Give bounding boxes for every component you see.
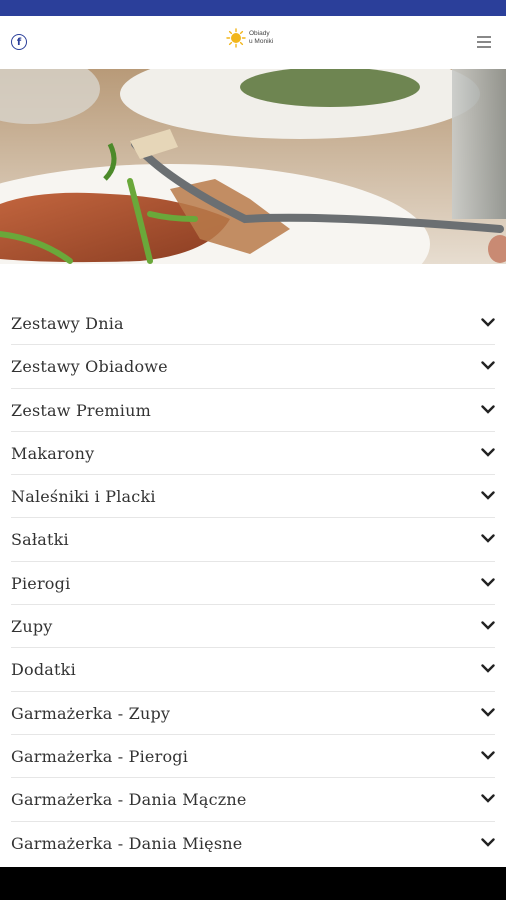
- category-item[interactable]: Dodatki: [11, 648, 495, 692]
- sun-logo-icon: [226, 28, 246, 48]
- category-label: Garmażerka - Dania Mięsne: [11, 833, 243, 853]
- category-label: Naleśniki i Placki: [11, 487, 156, 507]
- category-item[interactable]: Zestaw Premium: [11, 389, 495, 432]
- hamburger-menu-icon[interactable]: [477, 36, 491, 48]
- chevron-down-icon: [481, 404, 495, 414]
- category-label: Pierogi: [11, 573, 71, 593]
- category-item[interactable]: Zestawy Dnia: [11, 302, 495, 346]
- chevron-down-icon: [481, 361, 495, 370]
- category-item[interactable]: Zestawy Obiadowe: [11, 345, 495, 389]
- logo-text: Obiady u Moniki: [249, 30, 273, 46]
- chevron-down-icon: [481, 318, 495, 327]
- chevron-down-icon: [481, 707, 495, 717]
- navigation-bar: [0, 867, 506, 900]
- category-label: Zestawy Obiadowe: [11, 357, 168, 377]
- category-item[interactable]: Pierogi: [11, 562, 495, 606]
- chevron-down-icon: [481, 534, 495, 544]
- category-label: Garmażerka - Zupy: [11, 703, 171, 723]
- chevron-down-icon: [481, 751, 495, 760]
- category-label: Zestawy Dnia: [11, 314, 124, 333]
- category-item[interactable]: Garmażerka - Pierogi: [11, 735, 495, 779]
- category-label: Garmażerka - Dania Mączne: [11, 790, 247, 810]
- app-header: f Obiady u Moniki: [0, 16, 506, 69]
- logo[interactable]: Obiady u Moniki: [226, 28, 273, 48]
- category-item[interactable]: Garmażerka - Zupy: [11, 692, 495, 735]
- chevron-down-icon: [481, 794, 495, 803]
- category-label: Zestaw Premium: [11, 400, 151, 420]
- category-item[interactable]: Naleśniki i Placki: [11, 475, 495, 519]
- chevron-down-icon: [481, 621, 495, 630]
- category-item[interactable]: Garmażerka - Dania Mączne: [11, 778, 495, 822]
- category-item[interactable]: Sałatki: [11, 518, 495, 562]
- logo-line-2: u Moniki: [249, 38, 274, 45]
- chevron-down-icon: [481, 664, 495, 674]
- status-bar: [0, 0, 506, 16]
- hero-food-photo: [0, 69, 506, 264]
- category-label: Makarony: [11, 443, 95, 463]
- chevron-down-icon: [481, 837, 495, 847]
- category-item[interactable]: Garmażerka - Dania Mięsne: [11, 822, 495, 865]
- category-label: Sałatki: [11, 530, 69, 550]
- category-item[interactable]: Zupy: [11, 605, 495, 649]
- chevron-down-icon: [481, 491, 495, 500]
- logo-line-1: Obiady: [249, 30, 270, 37]
- chevron-down-icon: [481, 448, 495, 457]
- category-label: Zupy: [11, 617, 53, 637]
- category-list: Zestawy Dnia Zestawy Obiadowe Zestaw Pre…: [0, 302, 506, 865]
- category-label: Dodatki: [11, 660, 76, 680]
- category-label: Garmażerka - Pierogi: [11, 746, 189, 766]
- chevron-down-icon: [481, 578, 495, 587]
- facebook-icon[interactable]: f: [11, 34, 27, 50]
- category-item[interactable]: Makarony: [11, 432, 495, 476]
